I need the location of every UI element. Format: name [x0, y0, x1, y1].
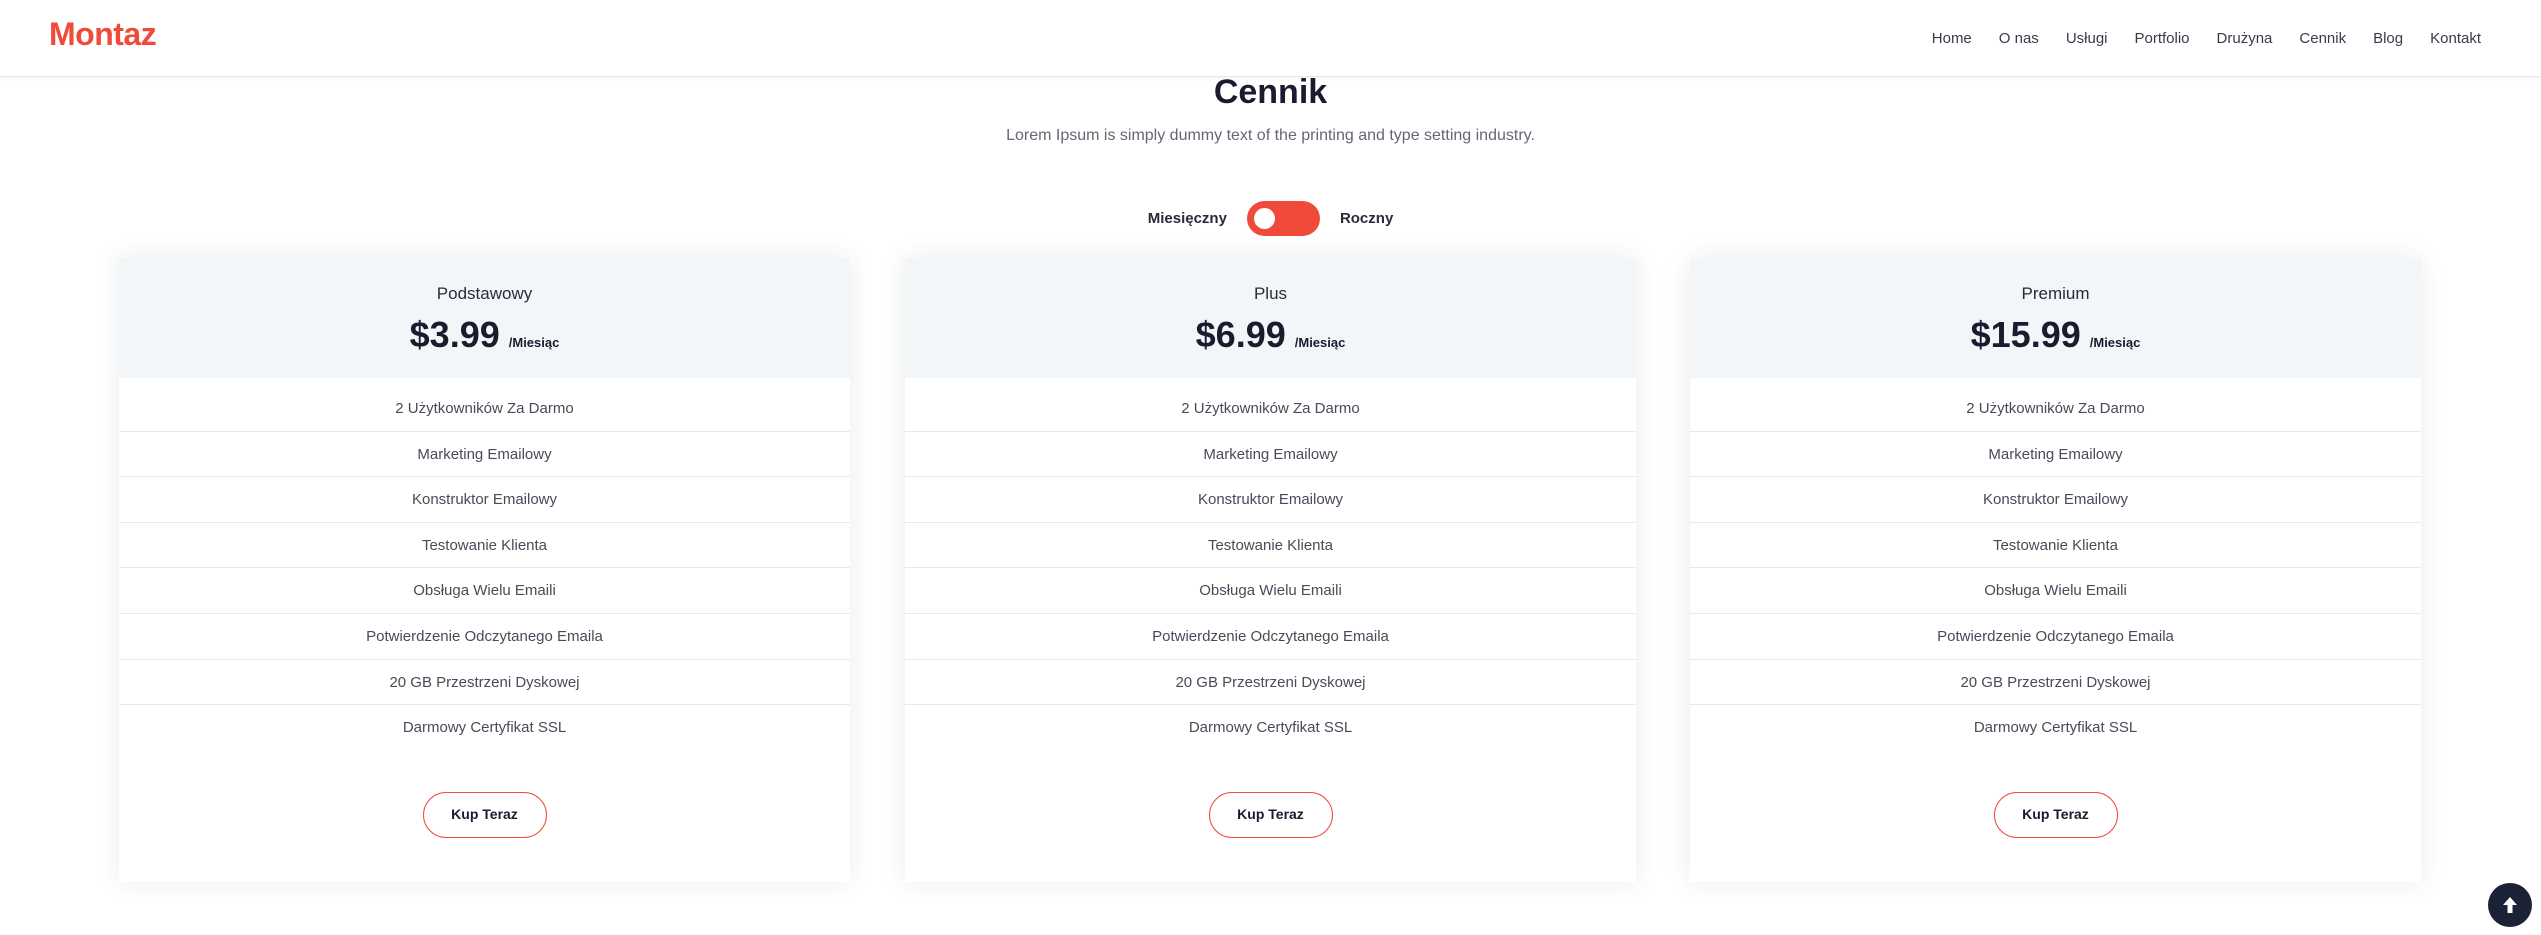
feature-item: Marketing Emailowy	[119, 432, 850, 478]
feature-item: 2 Użytkowników Za Darmo	[119, 386, 850, 432]
feature-item: 20 GB Przestrzeni Dyskowej	[1690, 660, 2421, 706]
feature-item: Konstruktor Emailowy	[1690, 477, 2421, 523]
plan-name: Premium	[2021, 284, 2090, 303]
feature-item: Obsługa Wielu Emaili	[1690, 568, 2421, 614]
section-title: Cennik	[1213, 73, 1328, 111]
toggle-label-yearly[interactable]: Roczny	[1340, 210, 1393, 227]
feature-item: Marketing Emailowy	[905, 432, 1636, 478]
scroll-top-button[interactable]	[2488, 883, 2532, 927]
nav-item-portfolio[interactable]: Portfolio	[2135, 30, 2190, 47]
feature-item: Marketing Emailowy	[1690, 432, 2421, 478]
site-header: Montaz Home O nas Usługi Portfolio Druży…	[0, 0, 2541, 77]
feature-item: Darmowy Certyfikat SSL	[402, 719, 567, 737]
feature-item: Konstruktor Emailowy	[905, 477, 1636, 523]
nav-item-uslugi[interactable]: Usługi	[2066, 30, 2108, 47]
feature-item: 20 GB Przestrzeni Dyskowej	[905, 660, 1636, 706]
plan-price: $15.99	[1970, 314, 2081, 355]
feature-item: 2 Użytkowników Za Darmo	[905, 386, 1636, 432]
billing-toggle-row: Miesięczny Roczny	[0, 200, 2541, 236]
feature-item: Potwierdzenie Odczytanego Emaila	[1690, 614, 2421, 660]
feature-item: Obsługa Wielu Emaili	[119, 568, 850, 614]
price-row: $15.99 /Miesiąc	[1690, 314, 2421, 356]
feature-item: Darmowy Certyfikat SSL	[1973, 719, 2138, 737]
nav-item-home[interactable]: Home	[1932, 30, 1972, 47]
nav-item-cennik[interactable]: Cennik	[2299, 30, 2346, 47]
toggle-knob	[1253, 207, 1275, 229]
feature-item: Darmowy Certyfikat SSL	[1188, 719, 1353, 737]
billing-toggle-switch[interactable]	[1246, 200, 1320, 236]
nav-item-blog[interactable]: Blog	[2373, 30, 2403, 47]
pricing-card-plus: Plus $6.99 /Miesiąc 2 Użytkowników Za Da…	[905, 258, 1636, 882]
feature-item: Obsługa Wielu Emaili	[905, 568, 1636, 614]
pricing-card-basic: Podstawowy $3.99 /Miesiąc 2 Użytkowników…	[119, 258, 850, 882]
pricing-card-premium: Premium $15.99 /Miesiąc 2 Użytkowników Z…	[1690, 258, 2421, 882]
feature-item: 20 GB Przestrzeni Dyskowej	[119, 660, 850, 706]
price-row: $6.99 /Miesiąc	[905, 314, 1636, 356]
nav-item-druzyna[interactable]: Drużyna	[2217, 30, 2273, 47]
feature-list: 2 Użytkowników Za Darmo Marketing Emailo…	[119, 386, 850, 751]
plan-period: /Miesiąc	[2089, 335, 2141, 350]
buy-now-button[interactable]: Kup Teraz	[1208, 792, 1333, 838]
nav-item-o-nas[interactable]: O nas	[1999, 30, 2039, 47]
card-header: Podstawowy $3.99 /Miesiąc	[119, 258, 850, 378]
nav-item-kontakt[interactable]: Kontakt	[2430, 30, 2481, 47]
logo[interactable]: Montaz	[49, 16, 157, 53]
buy-now-button[interactable]: Kup Teraz	[422, 792, 547, 838]
price-row: $3.99 /Miesiąc	[119, 314, 850, 356]
feature-item: Testowanie Klienta	[1690, 523, 2421, 569]
main-nav: Home O nas Usługi Portfolio Drużyna Cenn…	[1905, 0, 2481, 77]
feature-list: 2 Użytkowników Za Darmo Marketing Emailo…	[1690, 386, 2421, 751]
plan-price: $6.99	[1195, 314, 1286, 355]
feature-item: 2 Użytkowników Za Darmo	[1690, 386, 2421, 432]
feature-list: 2 Użytkowników Za Darmo Marketing Emailo…	[905, 386, 1636, 751]
card-header: Premium $15.99 /Miesiąc	[1690, 258, 2421, 378]
card-header: Plus $6.99 /Miesiąc	[905, 258, 1636, 378]
feature-item: Konstruktor Emailowy	[119, 477, 850, 523]
plan-name: Podstawowy	[436, 284, 533, 303]
plan-name: Plus	[1253, 284, 1288, 303]
section-subtitle: Lorem Ipsum is simply dummy text of the …	[1006, 127, 1535, 144]
buy-now-button[interactable]: Kup Teraz	[1993, 792, 2118, 838]
toggle-label-monthly[interactable]: Miesięczny	[1148, 210, 1227, 227]
feature-item: Testowanie Klienta	[905, 523, 1636, 569]
feature-item: Potwierdzenie Odczytanego Emaila	[119, 614, 850, 660]
feature-item: Potwierdzenie Odczytanego Emaila	[905, 614, 1636, 660]
plan-price: $3.99	[409, 314, 500, 355]
plan-period: /Miesiąc	[508, 335, 560, 350]
arrow-up-icon	[2503, 897, 2517, 913]
plan-period: /Miesiąc	[1294, 335, 1346, 350]
feature-item: Testowanie Klienta	[119, 523, 850, 569]
